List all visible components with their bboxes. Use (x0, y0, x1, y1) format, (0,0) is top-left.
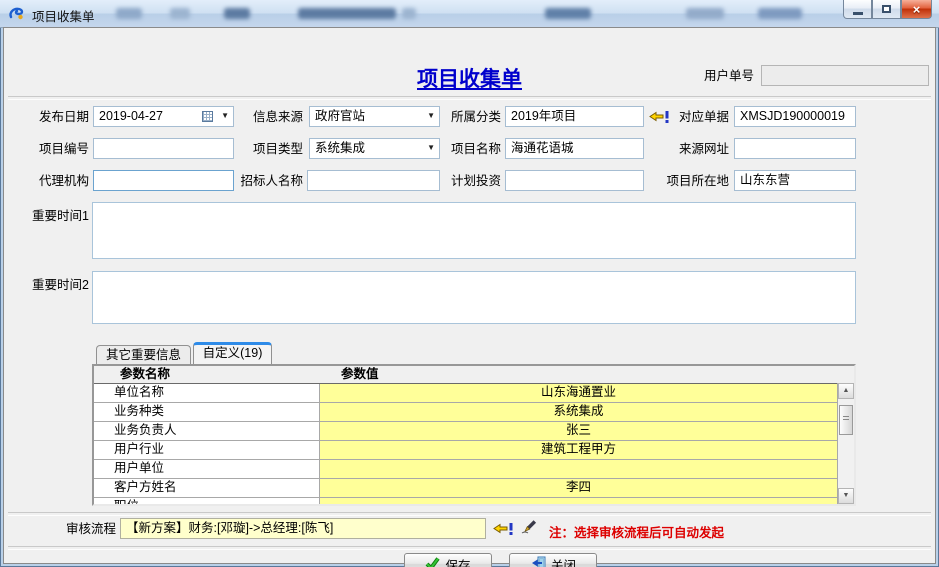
tab-other-important-info[interactable]: 其它重要信息 (96, 345, 191, 364)
redacted-text (224, 8, 250, 19)
window-title: 项目收集单 (32, 6, 95, 25)
dialog-body: 项目收集单 用户单号 发布日期 2019-04-27 ▼ 信息来源 政府官站 ▼… (3, 27, 936, 564)
scroll-down-icon[interactable]: ▼ (838, 488, 854, 504)
redacted-text (545, 8, 591, 19)
project-name-label: 项目名称 (439, 139, 501, 159)
maximize-button[interactable] (872, 0, 901, 19)
info-source-label: 信息来源 (239, 107, 303, 127)
maximize-icon (882, 5, 891, 13)
close-window-button[interactable]: × (901, 0, 932, 19)
redacted-text (686, 8, 724, 19)
chevron-down-icon: ▼ (427, 112, 435, 120)
project-no-input[interactable] (93, 138, 234, 159)
doc-no-input[interactable]: XMSJD190000019 (734, 106, 856, 127)
exit-door-icon (530, 556, 546, 567)
important-time1-textarea[interactable] (92, 202, 856, 259)
chevron-down-icon: ▼ (427, 144, 435, 152)
edit-pen-icon[interactable] (520, 518, 538, 541)
footer-divider (8, 512, 931, 516)
buttons-divider (8, 546, 931, 550)
project-name-input[interactable]: 海通花语城 (505, 138, 644, 159)
redacted-text (116, 8, 142, 19)
doc-no-label: 对应单据 (665, 107, 729, 127)
tenderee-label: 招标人名称 (226, 171, 303, 191)
close-form-button[interactable]: 关闭 (509, 553, 597, 567)
header-divider (8, 96, 931, 100)
project-type-select[interactable]: 系统集成 ▼ (309, 138, 440, 159)
window-controls: × (843, 0, 932, 19)
source-url-input[interactable] (734, 138, 856, 159)
redacted-text (170, 8, 190, 19)
app-logo-icon (8, 5, 25, 22)
calendar-icon (202, 111, 213, 122)
planned-investment-label: 计划投资 (439, 171, 501, 191)
project-no-label: 项目编号 (25, 139, 89, 159)
table-scrollbar[interactable]: ▲ ▼ (837, 383, 854, 504)
important-time2-textarea[interactable] (92, 271, 856, 324)
scroll-up-icon[interactable]: ▲ (838, 383, 854, 399)
table-row[interactable]: 用户行业 建筑工程甲方 (94, 441, 854, 460)
approval-flow-label: 审核流程 (58, 519, 116, 539)
agency-label: 代理机构 (25, 171, 89, 191)
minimize-button[interactable] (843, 0, 872, 19)
col-header-param-value: 参数值 (341, 366, 379, 383)
approval-flow-input[interactable]: 【新方案】财务:[邓璇]->总经理:[陈飞] (120, 518, 486, 539)
chevron-down-icon: ▼ (221, 112, 229, 120)
save-button[interactable]: 保存 (404, 553, 492, 567)
redacted-text (402, 8, 416, 19)
table-row[interactable]: 用户单位 (94, 460, 854, 479)
approval-lookup-hand-icon[interactable] (493, 521, 514, 541)
custom-params-table: 参数名称 参数值 单位名称 山东海通置业 业务种类 系统集成 业务负责人 张三 … (92, 364, 856, 506)
important-time2-label-vis: 重要时间2 (23, 275, 89, 295)
category-input[interactable]: 2019年项目 (505, 106, 644, 127)
category-label: 所属分类 (439, 107, 501, 127)
titlebar: 项目收集单 × (0, 0, 939, 28)
info-source-select[interactable]: 政府官站 ▼ (309, 106, 440, 127)
user-no-label: 用户单号 (702, 66, 754, 86)
redacted-text (758, 8, 802, 19)
tenderee-input[interactable] (307, 170, 440, 191)
close-icon: × (913, 2, 921, 17)
agency-input[interactable] (93, 170, 234, 191)
table-row[interactable]: 职位 (94, 498, 854, 506)
table-row[interactable]: 客户方姓名 李四 (94, 479, 854, 498)
table-row[interactable]: 单位名称 山东海通置业 (94, 384, 854, 403)
check-icon (425, 557, 440, 567)
approval-note: 注：选择审核流程后可自动发起 (549, 522, 724, 541)
table-row[interactable]: 业务负责人 张三 (94, 422, 854, 441)
table-header: 参数名称 参数值 (94, 366, 854, 384)
source-url-label: 来源网址 (665, 139, 729, 159)
tab-custom[interactable]: 自定义(19) (193, 342, 272, 364)
minimize-icon (853, 12, 863, 15)
location-input[interactable]: 山东东营 (734, 170, 856, 191)
user-no-input[interactable] (761, 65, 929, 86)
publish-date-input[interactable]: 2019-04-27 ▼ (93, 106, 234, 127)
planned-investment-input[interactable] (505, 170, 644, 191)
project-collection-window: 项目收集单 × 项目收集单 用户单号 发布日期 2019-04-27 ▼ 信息来… (0, 0, 939, 567)
scrollbar-thumb[interactable] (839, 405, 853, 435)
redacted-text (298, 8, 396, 19)
table-row[interactable]: 业务种类 系统集成 (94, 403, 854, 422)
important-time1-label-vis: 重要时间1 (23, 206, 89, 226)
publish-date-label: 发布日期 (25, 107, 89, 127)
location-label: 项目所在地 (652, 171, 729, 191)
col-header-param-name: 参数名称 (120, 366, 170, 383)
project-type-label: 项目类型 (239, 139, 303, 159)
